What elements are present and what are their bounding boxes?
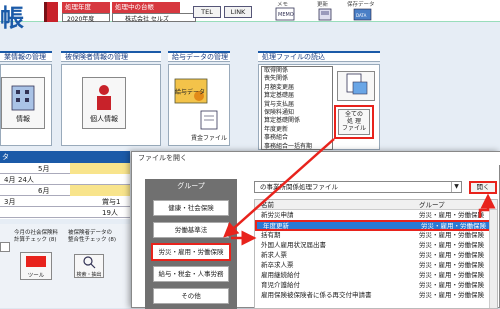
- annotation-arrows: [223, 138, 496, 246]
- arrow-to-group: [223, 138, 335, 238]
- arrow-to-open: [478, 193, 496, 218]
